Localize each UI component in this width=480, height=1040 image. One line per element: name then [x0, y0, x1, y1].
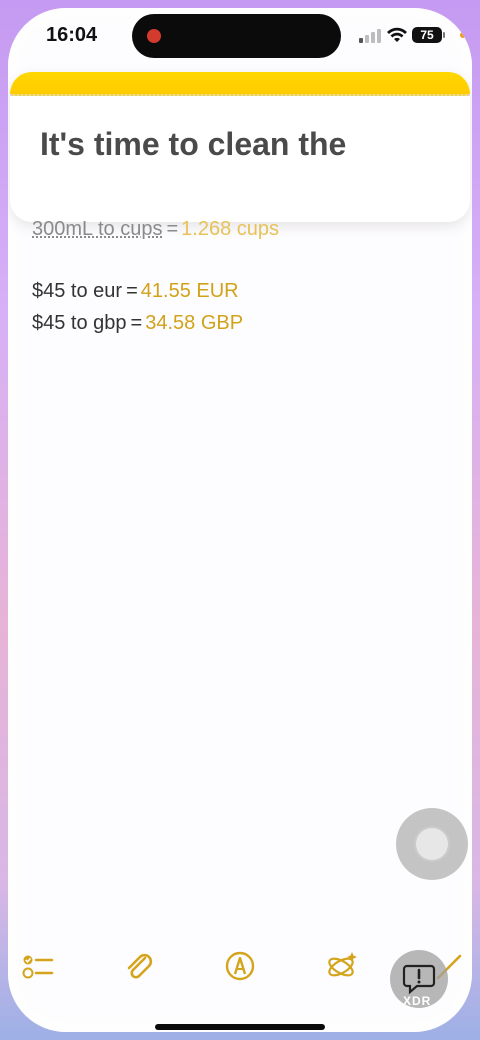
battery-cap — [443, 32, 445, 38]
paperclip-icon[interactable] — [121, 948, 157, 984]
screen: 16:04 75 It's time to clean the 300mL to… — [8, 8, 472, 1032]
xdr-watermark: XDR — [403, 994, 432, 1008]
note-header-strip — [10, 72, 470, 96]
equals-sign: = — [126, 280, 138, 302]
markup-pen-icon[interactable] — [222, 948, 258, 984]
apple-intelligence-icon[interactable] — [323, 948, 359, 984]
note-banner-card[interactable]: It's time to clean the — [10, 72, 470, 222]
expression: 300mL to cups — [32, 218, 163, 240]
dynamic-island[interactable] — [132, 14, 341, 58]
result[interactable]: 41.55 EUR — [141, 280, 239, 302]
battery-icon: 75 — [412, 27, 442, 43]
equals-sign: = — [130, 312, 143, 334]
status-bar: 16:04 75 — [8, 8, 472, 64]
note-title: It's time to clean the — [40, 126, 347, 162]
checklist-icon[interactable] — [20, 948, 56, 984]
microphone-indicator-icon — [460, 32, 466, 38]
assistive-touch-inner — [414, 826, 450, 862]
expression: $45 to gbp — [32, 312, 127, 334]
home-indicator[interactable] — [155, 1024, 325, 1030]
result[interactable]: 1.268 cups — [181, 218, 279, 240]
calc-line-volume[interactable]: 300mL to cups = 1.268 cups — [32, 218, 279, 241]
calc-line-gbp[interactable]: $45 to gbp = 34.58 GBP — [32, 312, 243, 335]
cellular-signal-icon — [359, 29, 381, 43]
recording-indicator-icon — [147, 29, 161, 43]
expression: $45 to eur — [32, 280, 123, 302]
result[interactable]: 34.58 GBP — [145, 312, 243, 334]
equals-sign: = — [166, 218, 179, 240]
status-time: 16:04 — [46, 24, 98, 46]
wifi-icon — [387, 27, 407, 42]
assistive-touch-button[interactable] — [396, 808, 468, 880]
calc-line-eur[interactable]: $45 to eur = 41.55 EUR — [32, 280, 239, 303]
